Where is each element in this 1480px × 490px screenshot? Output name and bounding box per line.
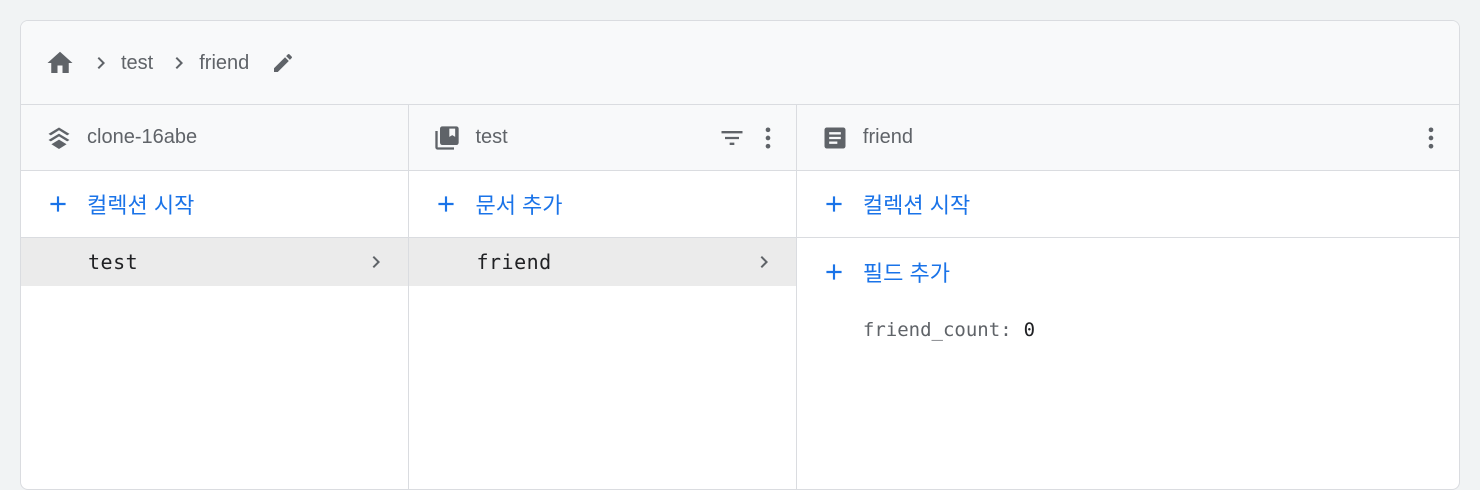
list-item-label: friend: [476, 250, 552, 274]
more-vert-icon[interactable]: [754, 124, 782, 152]
add-document-button[interactable]: 문서 추가: [409, 171, 796, 238]
field-value[interactable]: 0: [1024, 319, 1035, 341]
start-collection-label: 컬렉션 시작: [87, 193, 195, 218]
breadcrumb-item-collection[interactable]: test: [121, 51, 153, 75]
document-list-item-friend[interactable]: friend: [409, 238, 796, 286]
start-collection-button[interactable]: 컬렉션 시작: [21, 171, 409, 238]
collection-title: test: [475, 126, 508, 148]
chevron-right-icon: [364, 250, 388, 274]
field-row[interactable]: friend_count: 0: [797, 305, 1459, 355]
chevron-right-icon: [752, 250, 776, 274]
pencil-icon[interactable]: [271, 51, 295, 75]
collection-column-header: test: [409, 105, 796, 171]
breadcrumb: test friend: [21, 21, 1459, 105]
list-item-label: test: [88, 250, 139, 274]
add-field-label: 필드 추가: [862, 260, 950, 286]
chevron-right-icon: [89, 51, 113, 75]
home-icon[interactable]: [45, 48, 75, 78]
plus-icon: [821, 259, 847, 285]
filter-icon[interactable]: [718, 124, 746, 152]
collection-column: test 문서 추가 friend: [409, 105, 797, 489]
plus-icon: [433, 191, 459, 217]
project-column: clone-16abe 컬렉션 시작 test: [21, 105, 410, 489]
plus-icon: [821, 191, 847, 217]
firestore-data-panel: test friend clone-16abe 컬렉션 시작 test test…: [20, 20, 1460, 490]
field-key: friend_count:: [862, 319, 1012, 341]
project-title: clone-16abe: [87, 126, 198, 148]
data-columns: clone-16abe 컬렉션 시작 test test 문서 추가 frien…: [21, 105, 1459, 489]
start-subcollection-button[interactable]: 컬렉션 시작: [796, 171, 1459, 238]
plus-icon: [45, 191, 71, 217]
document-icon: [821, 124, 849, 152]
more-vert-icon[interactable]: [1417, 124, 1445, 152]
project-column-header: clone-16abe: [21, 105, 409, 171]
document-column-header: friend: [796, 105, 1459, 171]
collection-icon: [433, 124, 461, 152]
document-title: friend: [862, 126, 913, 148]
firestore-stack-icon: [45, 124, 73, 152]
document-column: friend 컬렉션 시작 필드 추가 friend_count: 0: [796, 105, 1459, 489]
breadcrumb-item-document[interactable]: friend: [199, 51, 249, 75]
start-subcollection-label: 컬렉션 시작: [862, 193, 971, 218]
collection-list-item-test[interactable]: test: [21, 238, 409, 286]
add-field-button[interactable]: 필드 추가: [797, 238, 1459, 305]
add-document-label: 문서 추가: [475, 193, 563, 218]
chevron-right-icon: [167, 51, 191, 75]
